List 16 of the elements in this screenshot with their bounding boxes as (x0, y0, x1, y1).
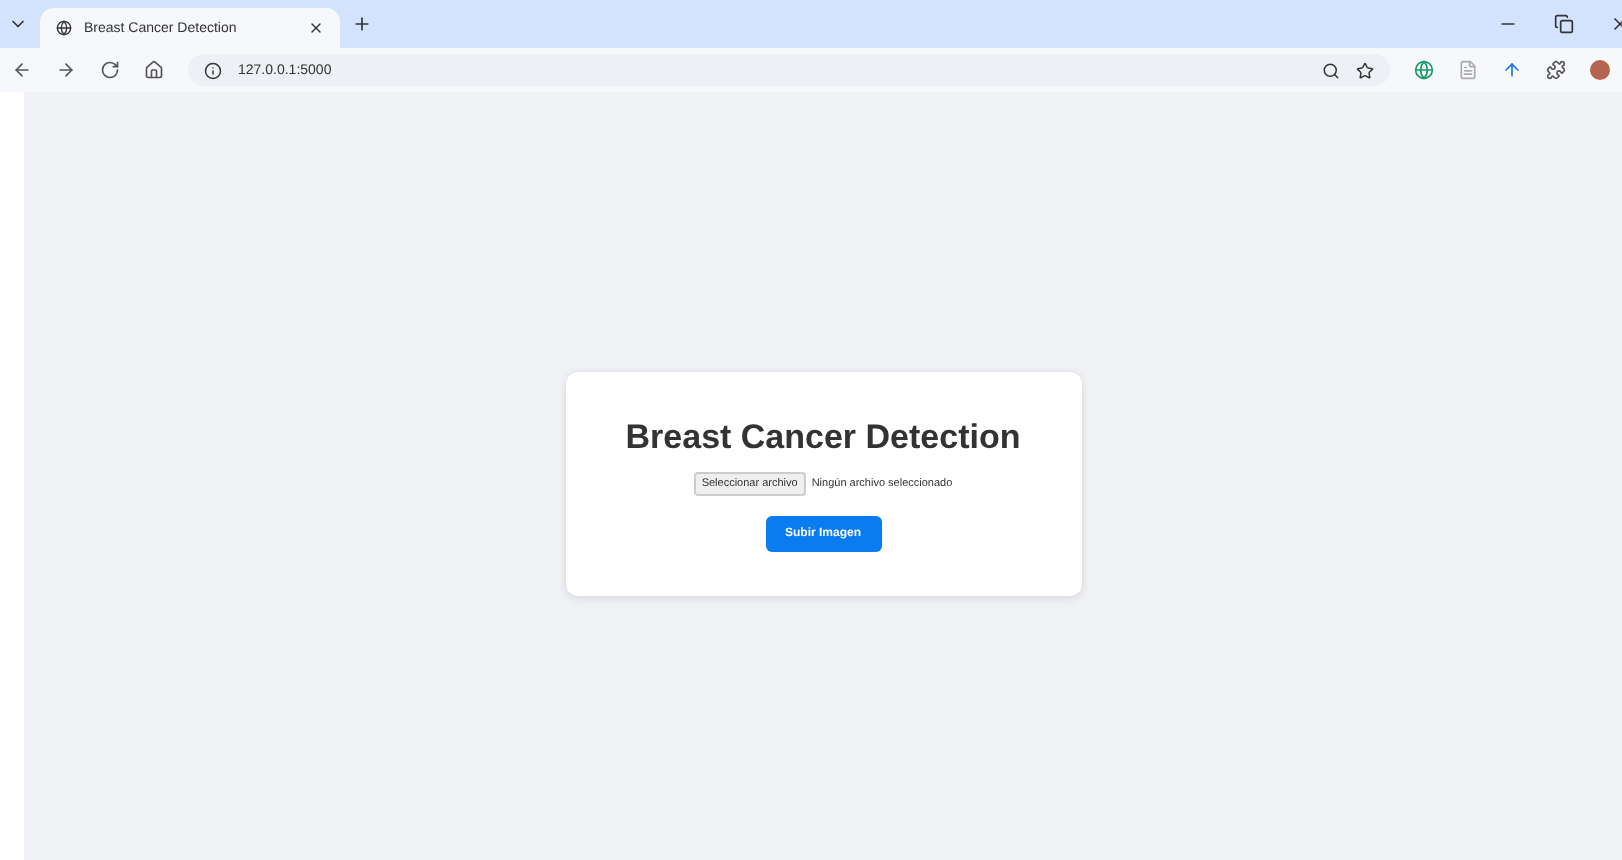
arrow-icon[interactable] (1502, 60, 1522, 80)
globe-icon[interactable] (56, 20, 72, 36)
page-title: Breast Cancer Detection (625, 417, 1021, 457)
info-icon[interactable] (204, 61, 222, 79)
home-icon[interactable] (144, 60, 164, 80)
zoom-icon[interactable] (1322, 61, 1340, 79)
avatar-icon[interactable] (1590, 60, 1610, 80)
restore-icon[interactable] (1554, 14, 1574, 34)
new-tab-icon[interactable] (352, 14, 372, 34)
extensions-icon[interactable] (1546, 60, 1566, 80)
bookmark-icon[interactable] (1356, 61, 1374, 79)
extension-icon[interactable] (1414, 60, 1434, 80)
reload-icon[interactable] (100, 60, 120, 80)
close-tab-icon[interactable] (308, 20, 324, 36)
back-icon[interactable] (12, 60, 32, 80)
forward-icon[interactable] (56, 60, 76, 80)
